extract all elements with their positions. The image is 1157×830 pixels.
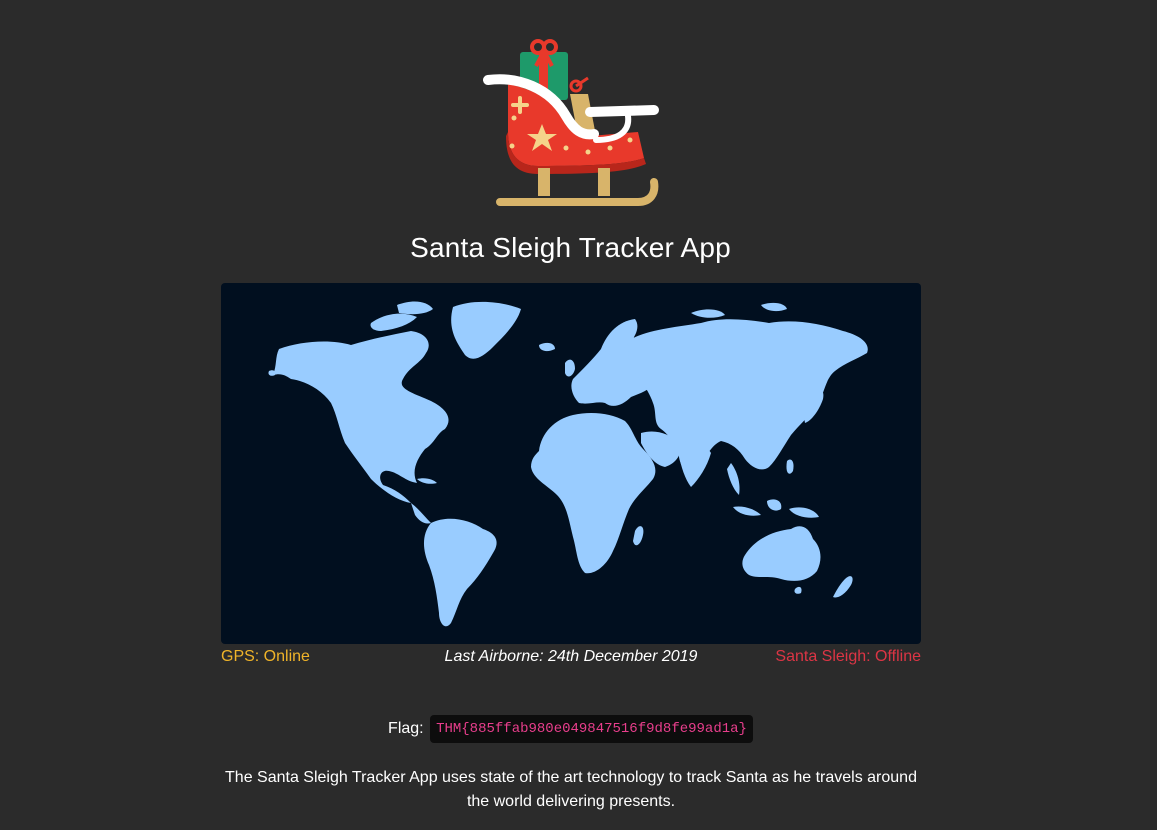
flag-label: Flag: — [388, 720, 424, 737]
page: Santa Sleigh Tracker App GPS: Online Las… — [0, 0, 1157, 830]
flag-value: THM{885ffab980e049847516f9d8fe99ad1a} — [430, 715, 753, 743]
flag-row: Flag: THM{885ffab980e049847516f9d8fe99ad… — [0, 715, 1141, 743]
sleigh-status: Santa Sleigh: Offline — [775, 648, 921, 665]
page-title: Santa Sleigh Tracker App — [410, 232, 731, 263]
status-row: GPS: Online Last Airborne: 24th December… — [221, 648, 921, 668]
description: The Santa Sleigh Tracker App uses state … — [225, 769, 917, 810]
sleigh-icon — [483, 39, 659, 206]
world-map — [221, 283, 921, 644]
